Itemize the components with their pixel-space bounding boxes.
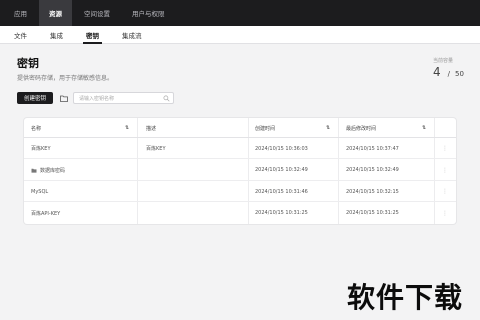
tab-integrations[interactable]: 集成 — [50, 26, 63, 43]
column-header-label: 名称 — [31, 125, 42, 132]
cell-created-time: 2024/10/15 10:31:25 — [255, 210, 308, 216]
quota-current: 4 — [433, 65, 441, 79]
quota-label: 当前容量 — [433, 58, 454, 64]
table-row[interactable]: 百炼KEY 百炼KEY 2024/10/15 10:36:03 2024/10/15 … — [24, 138, 456, 159]
new-folder-button[interactable] — [58, 92, 70, 104]
sort-icon[interactable]: ⇅ — [125, 118, 129, 138]
nav-item-resources[interactable]: 资源 — [39, 0, 72, 26]
table-row[interactable]: 数据库密码 2024/10/15 10:32:49 2024/10/15 10:32… — [24, 160, 456, 181]
cell-modified-time: 2024/10/15 10:32:49 — [346, 167, 399, 173]
tab-files[interactable]: 文件 — [14, 26, 27, 43]
watermark-text: 软件下载 — [347, 281, 464, 314]
folder-icon — [31, 168, 37, 173]
quota-max: 50 — [455, 70, 464, 78]
secret-name: 百炼KEY — [31, 146, 51, 152]
secret-name: 数据库密码 — [40, 167, 66, 174]
column-header-name[interactable]: 名称 — [31, 118, 41, 138]
secret-name: MySQL — [31, 188, 49, 195]
nav-item-apps[interactable]: 应用 — [14, 0, 27, 26]
cell-description: 百炼KEY — [146, 146, 166, 152]
secrets-table: 名称 ⇅ 描述 创建时间 ⇅ 最后修改时间 ⇅ 百炼KEY 百炼KEY 2024/1… — [24, 118, 456, 224]
cell-modified-time: 2024/10/15 10:37:47 — [346, 145, 399, 152]
cell-modified-time: 2024/10/15 10:31:25 — [346, 210, 399, 216]
column-header-label: 最后修改时间 — [346, 125, 377, 132]
cell-created-time: 2024/10/15 10:36:03 — [255, 145, 308, 152]
cell-name[interactable]: 数据库密码 — [31, 160, 65, 181]
folder-icon — [60, 95, 68, 102]
row-actions-icon[interactable]: ⋮ — [442, 181, 448, 202]
table-row[interactable]: MySQL 2024/10/15 10:31:46 2024/10/15 10:32… — [24, 181, 456, 202]
search-icon — [163, 95, 170, 102]
sort-icon[interactable]: ⇅ — [326, 118, 330, 138]
column-header-created[interactable]: 创建时间 — [255, 118, 275, 138]
page-description: 提供密码存储，用于存储敏感信息。 — [17, 75, 114, 82]
create-secret-button[interactable]: 创建密钥 — [17, 92, 53, 104]
search-input[interactable]: 请输入密钥名称 — [73, 92, 174, 104]
secret-name: 百炼API-KEY — [31, 210, 61, 217]
row-actions-icon[interactable]: ⋮ — [442, 160, 448, 181]
resource-tabs: 文件 集成 密钥 集成流 — [0, 26, 480, 44]
nav-item-space-settings[interactable]: 空间设置 — [84, 0, 110, 26]
column-header-label: 描述 — [146, 125, 157, 132]
tab-integration-flows[interactable]: 集成流 — [122, 26, 142, 43]
tab-secrets[interactable]: 密钥 — [83, 26, 102, 44]
quota-separator: / — [447, 70, 450, 78]
table-header: 名称 ⇅ 描述 创建时间 ⇅ 最后修改时间 ⇅ — [24, 118, 456, 138]
cell-name[interactable]: MySQL — [31, 181, 48, 202]
cell-created-time: 2024/10/15 10:32:49 — [255, 167, 308, 173]
top-navigation: 应用 资源 空间设置 用户与权限 — [0, 0, 480, 26]
column-header-description: 描述 — [146, 118, 156, 138]
column-header-label: 创建时间 — [255, 125, 276, 132]
cell-name[interactable]: 百炼API-KEY — [31, 203, 60, 224]
row-actions-icon[interactable]: ⋮ — [442, 138, 448, 159]
cell-modified-time: 2024/10/15 10:32:15 — [346, 188, 399, 195]
cell-created-time: 2024/10/15 10:31:46 — [255, 188, 308, 195]
search-placeholder: 请输入密钥名称 — [79, 95, 115, 102]
table-row[interactable]: 百炼API-KEY 2024/10/15 10:31:25 2024/10/15 1… — [24, 203, 456, 224]
page-title: 密钥 — [17, 57, 39, 70]
column-header-modified[interactable]: 最后修改时间 — [346, 118, 376, 138]
cell-name[interactable]: 百炼KEY — [31, 138, 51, 159]
quota-counter: 4 / 50 — [433, 65, 464, 79]
nav-item-users-permissions[interactable]: 用户与权限 — [132, 0, 165, 26]
sort-icon[interactable]: ⇅ — [422, 118, 426, 138]
row-actions-icon[interactable]: ⋮ — [442, 203, 448, 224]
